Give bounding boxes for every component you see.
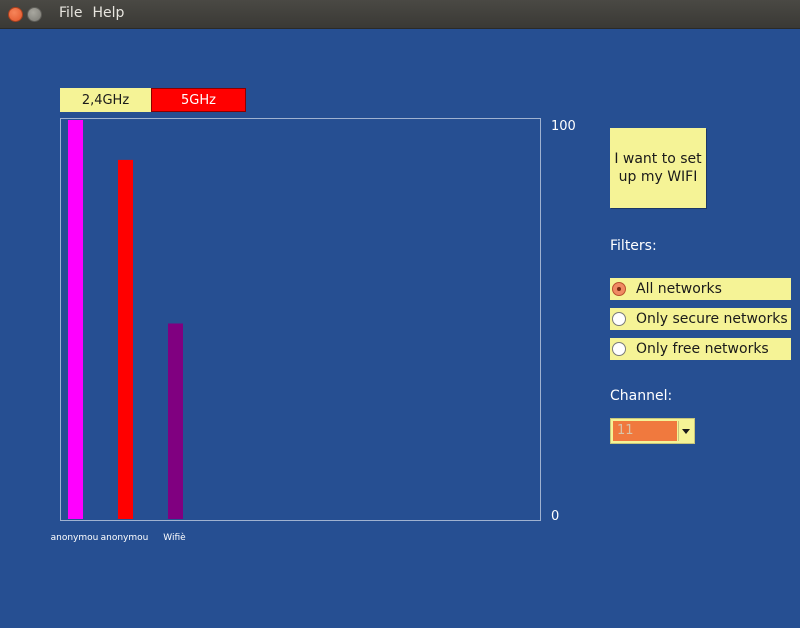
close-icon[interactable] <box>8 7 23 22</box>
filter-free-networks[interactable]: Only free networks <box>610 338 791 360</box>
filter-label: Only free networks <box>636 341 769 357</box>
radio-unchecked-icon[interactable] <box>612 342 626 356</box>
filter-all-networks[interactable]: All networks <box>610 278 791 300</box>
menu-help[interactable]: Help <box>92 5 124 23</box>
y-axis-max-label: 100 <box>551 119 576 134</box>
tab-2-4ghz[interactable]: 2,4GHz <box>60 88 151 112</box>
channel-value: 11 <box>613 421 677 441</box>
filters-label: Filters: <box>610 238 657 254</box>
filter-label: All networks <box>636 281 722 297</box>
x-tick-label: Wifiè <box>163 533 186 543</box>
signal-chart <box>60 118 541 521</box>
filter-secure-networks[interactable]: Only secure networks <box>610 308 791 330</box>
channel-select[interactable]: 11 <box>610 418 695 444</box>
menu-bar: File Help <box>59 5 124 23</box>
y-axis-min-label: 0 <box>551 509 560 524</box>
channel-label: Channel: <box>610 388 673 404</box>
setup-wifi-button[interactable]: I want to set up my WIFI <box>610 128 706 208</box>
bar-1 <box>118 159 133 519</box>
radio-unchecked-icon[interactable] <box>612 312 626 326</box>
tab-5ghz[interactable]: 5GHz <box>151 88 246 112</box>
signal-chart-svg <box>68 120 183 519</box>
title-bar: File Help <box>0 0 800 29</box>
minimize-icon[interactable] <box>27 7 42 22</box>
filter-label: Only secure networks <box>636 311 788 327</box>
chevron-down-icon[interactable] <box>678 421 692 441</box>
bar-0 <box>68 120 83 519</box>
radio-checked-icon[interactable] <box>612 282 626 296</box>
menu-file[interactable]: File <box>59 5 82 23</box>
bar-2 <box>168 323 183 519</box>
